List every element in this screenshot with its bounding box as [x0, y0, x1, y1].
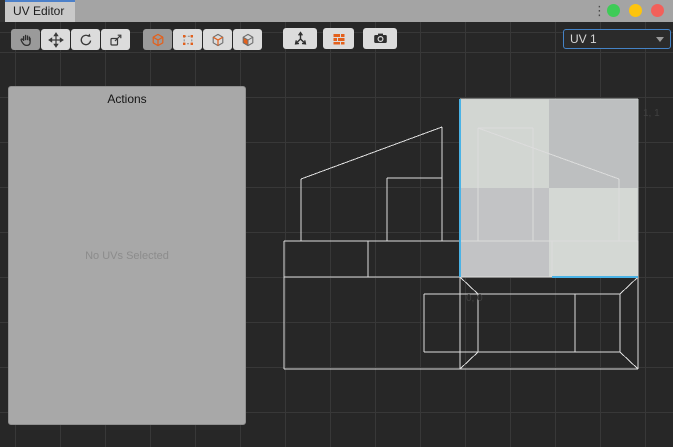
render-uv-button[interactable] — [363, 28, 397, 49]
window-light-green[interactable] — [607, 4, 620, 17]
uv-coordinate-label: 1, 1 — [643, 108, 660, 119]
scale-icon — [108, 32, 124, 48]
hand-icon — [18, 32, 34, 48]
vertex-select-icon — [180, 32, 196, 48]
spread-arrows-icon — [292, 30, 309, 47]
window-light-red[interactable] — [651, 4, 664, 17]
move-icon — [48, 32, 64, 48]
window-menu-icon[interactable]: ⋮ — [593, 2, 605, 20]
bricks-icon — [331, 31, 347, 47]
tab-title: UV Editor — [13, 4, 64, 18]
edge-mode-button[interactable] — [203, 29, 232, 50]
face-mode-button[interactable] — [233, 29, 262, 50]
face-select-icon — [240, 32, 256, 48]
vertex-mode-button[interactable] — [173, 29, 202, 50]
rotate-tool-button[interactable] — [71, 29, 100, 50]
actions-panel: Actions No UVs Selected — [8, 86, 246, 425]
pan-tool-button[interactable] — [11, 29, 40, 50]
actions-empty-message: No UVs Selected — [9, 250, 245, 262]
move-tool-button[interactable] — [41, 29, 70, 50]
titlebar: UV Editor ⋮ — [0, 0, 673, 22]
object-mode-button[interactable] — [143, 29, 172, 50]
scale-tool-button[interactable] — [101, 29, 130, 50]
actions-panel-title: Actions — [9, 92, 245, 106]
rotate-icon — [78, 32, 94, 48]
texture-preview-quadrant — [549, 99, 638, 188]
texture-preview-button[interactable] — [323, 28, 354, 49]
object-cube-icon — [150, 32, 166, 48]
uv-channel-value: UV 1 — [570, 32, 597, 46]
texture-preview-quadrant — [549, 188, 638, 277]
edge-select-icon — [210, 32, 226, 48]
convert-uv-button[interactable] — [283, 28, 317, 49]
window-light-yellow[interactable] — [629, 4, 642, 17]
tab-uv-editor[interactable]: UV Editor — [5, 0, 75, 22]
uv-channel-dropdown[interactable]: UV 1 — [563, 29, 671, 49]
camera-icon — [372, 30, 389, 47]
uv-coordinate-label: 0, 0 — [466, 293, 483, 304]
texture-preview-quadrant — [460, 188, 549, 277]
uv-editor-window: 1, 1 0, 0 UV Editor ⋮ Actions No UVs Sele… — [0, 0, 673, 447]
chevron-down-icon — [656, 37, 664, 42]
texture-preview-quadrant — [460, 99, 549, 188]
